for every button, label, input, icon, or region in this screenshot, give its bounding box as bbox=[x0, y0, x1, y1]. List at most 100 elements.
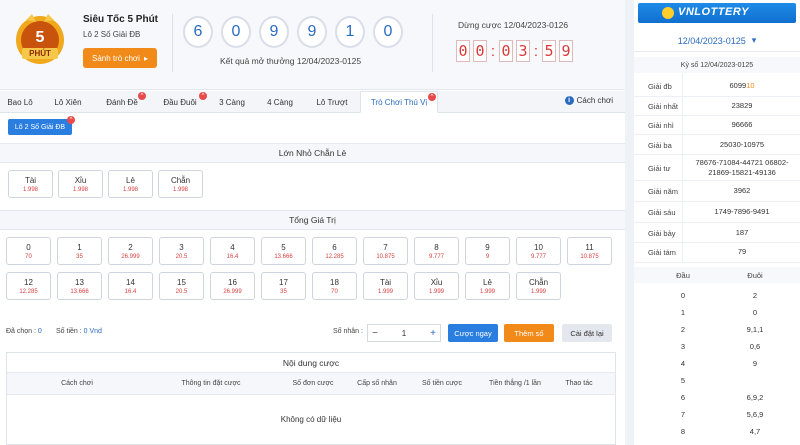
bet-option[interactable]: Lẻ 1.998 bbox=[108, 170, 153, 198]
empty-state: Không có dữ liệu bbox=[280, 415, 342, 424]
tab-label: Lô Trượt bbox=[316, 97, 348, 107]
sum-option[interactable]: 13 13.666 bbox=[57, 272, 102, 300]
reset-button[interactable]: Cài đặt lại bbox=[562, 324, 612, 342]
multiplier-label: Số nhân : bbox=[333, 328, 363, 335]
prize-label: Giải sáu bbox=[648, 208, 676, 217]
result-ball: 0 bbox=[221, 16, 251, 48]
bet-option[interactable]: Chẵn 1.998 bbox=[158, 170, 203, 198]
prize-row: Giải sáu 1749-7896-9491 bbox=[634, 202, 800, 223]
option-name: 4 bbox=[230, 242, 235, 252]
option-odds: 10.875 bbox=[580, 253, 599, 260]
option-name: 11 bbox=[585, 242, 594, 252]
guide-link[interactable]: i Cách chơi bbox=[564, 96, 613, 105]
prize-row: Giải nhất 23829 bbox=[634, 97, 800, 116]
game-header: 5 PHÚT Siêu Tốc 5 Phút Lô 2 Số Giải ĐB S… bbox=[0, 0, 625, 90]
amount: Số tiền : 0 Vnd bbox=[56, 328, 102, 335]
tab-danh-de[interactable]: Đánh Đề ^ bbox=[96, 91, 148, 113]
sum-option[interactable]: 0 70 bbox=[6, 237, 51, 265]
sum-option[interactable]: 6 12.285 bbox=[312, 237, 357, 265]
option-name: 14 bbox=[126, 277, 135, 287]
option-name: 15 bbox=[177, 277, 186, 287]
option-name: Tài bbox=[24, 175, 37, 185]
draw-select[interactable]: 12/04/2023-0125 ▾ bbox=[634, 30, 800, 52]
sum-option[interactable]: 16 26.999 bbox=[210, 272, 255, 300]
result-ball: 0 bbox=[373, 16, 403, 48]
amount-label: Số tiền : bbox=[56, 328, 82, 335]
tab-tro-choi-thu-vi[interactable]: Trò Chơi Thú Vị ^ bbox=[360, 91, 438, 113]
option-name: 8 bbox=[434, 242, 439, 252]
head-value: 1 bbox=[680, 308, 686, 317]
option-odds: 1.998 bbox=[122, 186, 138, 193]
sum-option[interactable]: 14 16.4 bbox=[108, 272, 153, 300]
sum-option[interactable]: 18 70 bbox=[312, 272, 357, 300]
sum-option[interactable]: 15 20.5 bbox=[159, 272, 204, 300]
subtype-button[interactable]: Lô 2 Số Giải ĐB ^ bbox=[8, 116, 75, 135]
prize-value: 25030-10975 bbox=[719, 140, 765, 149]
option-odds: 1.998 bbox=[72, 186, 88, 193]
header-divider bbox=[432, 14, 433, 72]
option-name: 2 bbox=[128, 242, 133, 252]
prize-label: Giải năm bbox=[648, 187, 679, 196]
bet-option[interactable]: Xỉu 1.998 bbox=[58, 170, 103, 198]
head-value: 7 bbox=[680, 410, 686, 419]
tab-lo-xien[interactable]: Lô Xiên bbox=[42, 91, 94, 113]
sum-option[interactable]: Xỉu 1.999 bbox=[414, 272, 459, 300]
prize-row: Giải năm 3962 bbox=[634, 181, 800, 202]
prize-label: Giải nhất bbox=[648, 102, 679, 111]
tab-dau-duoi[interactable]: Đầu Đuôi ^ bbox=[152, 91, 208, 113]
sum-option[interactable]: 17 35 bbox=[261, 272, 306, 300]
option-name: 12 bbox=[24, 277, 33, 287]
bet-now-button[interactable]: Cược ngay bbox=[448, 324, 498, 342]
option-name: Chẵn bbox=[528, 277, 549, 287]
prize-value: 1749-7896-9491 bbox=[714, 207, 770, 216]
tab-3-cang[interactable]: 3 Càng bbox=[210, 91, 254, 113]
option-name: 18 bbox=[330, 277, 339, 287]
tab-lo-truot[interactable]: Lô Trượt bbox=[306, 91, 358, 113]
sum-option[interactable]: 10 9.777 bbox=[516, 237, 561, 265]
sum-option[interactable]: Lẻ 1.999 bbox=[465, 272, 510, 300]
result-ball: 9 bbox=[297, 16, 327, 48]
prize-value: 23829 bbox=[731, 101, 753, 110]
option-odds: 9.777 bbox=[530, 253, 546, 260]
column-header: Cách chơi bbox=[61, 380, 93, 387]
sum-option[interactable]: Chẵn 1.999 bbox=[516, 272, 561, 300]
head-value: 2 bbox=[680, 325, 686, 334]
tab-label: Đầu Đuôi bbox=[163, 97, 197, 107]
head-value: 5 bbox=[680, 376, 686, 385]
option-odds: 1.998 bbox=[172, 186, 188, 193]
sum-option[interactable]: 99 bbox=[465, 237, 510, 265]
option-odds: 10.875 bbox=[376, 253, 395, 260]
sum-option[interactable]: 7 10.875 bbox=[363, 237, 408, 265]
column-header: Số tiền cược bbox=[421, 380, 463, 387]
lobby-button[interactable]: Sảnh trò chơi ▸ bbox=[83, 48, 157, 68]
option-name: Xỉu bbox=[74, 175, 87, 185]
sum-option[interactable]: 4 16.4 bbox=[210, 237, 255, 265]
bet-content-panel: Nội dung cược Cách chơi Thông tin đặt cư… bbox=[6, 352, 616, 445]
sum-option[interactable]: 5 13.666 bbox=[261, 237, 306, 265]
multiplier-input[interactable]: 1 bbox=[382, 325, 426, 341]
minus-button[interactable]: − bbox=[368, 325, 382, 341]
plus-button[interactable]: + bbox=[426, 325, 440, 341]
prize-row: Giải bảy 187 bbox=[634, 223, 800, 243]
sum-option[interactable]: 1 35 bbox=[57, 237, 102, 265]
head-value: 3 bbox=[680, 342, 686, 351]
prize-row: Giải tư 78676-71084-44721 06802-21869-15… bbox=[634, 155, 800, 181]
stop-bet-text: Dừng cược 12/04/2023-0126 bbox=[458, 20, 569, 30]
option-odds: 9.777 bbox=[428, 253, 444, 260]
add-number-button[interactable]: Thêm số bbox=[504, 324, 554, 342]
sum-option[interactable]: 12 12.285 bbox=[6, 272, 51, 300]
tab-bao-lo[interactable]: Bao Lô bbox=[0, 91, 40, 113]
head-tail-header: Đầu Đuôi bbox=[634, 267, 800, 283]
bet-option[interactable]: Tài 1.998 bbox=[8, 170, 53, 198]
option-odds: 26.999 bbox=[121, 253, 140, 260]
countdown-timer: 0 0 : 0 3 : 5 9 bbox=[456, 40, 573, 62]
sum-option[interactable]: 2 26.999 bbox=[108, 237, 153, 265]
sum-option[interactable]: 8 9.777 bbox=[414, 237, 459, 265]
tail-value: 9 bbox=[752, 359, 758, 368]
sum-option[interactable]: 11 10.875 bbox=[567, 237, 612, 265]
tab-4-cang[interactable]: 4 Càng bbox=[256, 91, 304, 113]
section-title-lon-nho: Lớn Nhỏ Chẵn Lẻ bbox=[0, 143, 625, 163]
sum-option[interactable]: Tài 1.999 bbox=[363, 272, 408, 300]
sum-option[interactable]: 3 20.5 bbox=[159, 237, 204, 265]
option-name: 0 bbox=[26, 242, 31, 252]
